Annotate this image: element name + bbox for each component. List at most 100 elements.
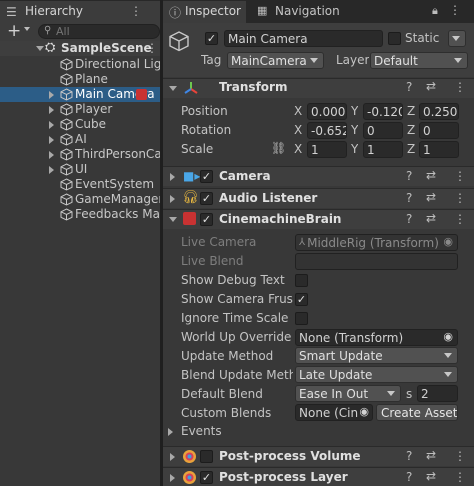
scale-z-field[interactable]: 1 [419, 141, 459, 158]
tag-dropdown[interactable]: MainCamera [227, 52, 324, 69]
tab-navigation[interactable]: ▦ Navigation [252, 1, 352, 23]
static-checkbox[interactable] [388, 32, 401, 45]
foldout-arrow-icon[interactable] [170, 474, 175, 482]
scene-row[interactable]: ⛭ SampleScene ⋮ [0, 40, 160, 56]
preset-icon[interactable]: ⇄ [426, 168, 436, 182]
rotation-y-field[interactable]: 0 [363, 122, 403, 139]
events-foldout-arrow-icon[interactable] [168, 428, 173, 436]
rotation-x-label[interactable]: X [294, 123, 302, 137]
foldout-arrow-icon[interactable] [49, 106, 54, 114]
foldout-arrow-icon[interactable] [49, 91, 54, 99]
scale-y-label[interactable]: Y [351, 142, 358, 156]
rotation-z-label[interactable]: Z [407, 123, 415, 137]
audio-listener-header[interactable]: 🎧︎ ✓ Audio Listener ? ⇄ ⋮ [163, 188, 474, 208]
rotation-x-field[interactable]: -0.652 [307, 122, 347, 139]
hierarchy-item[interactable]: EventSystem [0, 177, 160, 192]
cinemachine-brain-header[interactable]: ✓ CinemachineBrain ? ⇄ ⋮ [163, 209, 474, 229]
scale-y-field[interactable]: 1 [363, 141, 403, 158]
default-blend-dropdown[interactable]: Ease In Out [295, 385, 401, 402]
foldout-arrow-icon[interactable] [169, 86, 177, 91]
scale-x-label[interactable]: X [294, 142, 302, 156]
hierarchy-item[interactable]: ThirdPersonCar [0, 147, 160, 162]
lock-icon[interactable]: 🔒︎ [432, 4, 438, 18]
hierarchy-item[interactable]: Cube [0, 117, 160, 132]
events-label[interactable]: Events [181, 424, 222, 438]
scale-z-label[interactable]: Z [407, 142, 415, 156]
ignore-time-scale-checkbox[interactable] [295, 312, 308, 325]
position-y-label[interactable]: Y [351, 104, 358, 118]
foldout-arrow-icon[interactable] [49, 166, 54, 174]
cinemachine-brain-enabled-checkbox[interactable]: ✓ [200, 213, 213, 226]
object-name-field[interactable]: Main Camera [224, 30, 383, 47]
show-debug-text-checkbox[interactable] [295, 274, 308, 287]
component-more-icon[interactable]: ⋮ [454, 449, 466, 463]
preset-icon[interactable]: ⇄ [426, 211, 436, 225]
hierarchy-item[interactable]: Player [0, 102, 160, 117]
tab-hierarchy[interactable]: ☰ Hierarchy ⋮ [0, 1, 160, 23]
static-dropdown[interactable] [448, 30, 466, 47]
world-up-override-field[interactable]: None (Transform) ◉ [295, 329, 458, 346]
hierarchy-item[interactable]: UI [0, 162, 160, 177]
add-button[interactable]: + [7, 21, 21, 41]
hierarchy-item[interactable]: Feedbacks Mar [0, 207, 160, 222]
help-icon[interactable]: ? [406, 191, 412, 205]
active-checkbox[interactable]: ✓ [205, 32, 218, 45]
preset-icon[interactable]: ⇄ [426, 190, 436, 204]
foldout-arrow-icon[interactable] [49, 121, 54, 129]
help-icon[interactable]: ? [406, 470, 412, 484]
component-more-icon[interactable]: ⋮ [454, 80, 466, 94]
update-method-dropdown[interactable]: Smart Update [295, 347, 458, 364]
audio-listener-enabled-checkbox[interactable]: ✓ [200, 192, 213, 205]
preset-icon[interactable]: ⇄ [426, 469, 436, 483]
foldout-arrow-icon[interactable] [170, 173, 175, 181]
hierarchy-item[interactable]: GameManager [0, 192, 160, 207]
position-x-field[interactable]: 0.000 [307, 103, 347, 120]
hierarchy-item[interactable]: Main Camera [0, 87, 160, 102]
default-blend-seconds-field[interactable]: 2 [417, 385, 458, 402]
position-x-label[interactable]: X [294, 104, 302, 118]
chevron-down-icon[interactable] [24, 27, 30, 31]
hierarchy-item[interactable]: Directional Ligh [0, 57, 160, 72]
component-more-icon[interactable]: ⋮ [454, 169, 466, 183]
foldout-arrow-icon[interactable] [49, 151, 54, 159]
custom-blends-field[interactable]: None (Cin ◉ [295, 404, 373, 421]
help-icon[interactable]: ? [406, 169, 412, 183]
transform-header[interactable]: Transform ? ⇄ ⋮ [163, 78, 474, 98]
object-picker-icon[interactable]: ◉ [443, 330, 453, 343]
foldout-arrow-icon[interactable] [170, 453, 175, 461]
preset-icon[interactable]: ⇄ [426, 79, 436, 93]
hierarchy-item[interactable]: Plane [0, 72, 160, 87]
component-more-icon[interactable]: ⋮ [454, 212, 466, 226]
help-icon[interactable]: ? [406, 80, 412, 94]
scene-more-icon[interactable]: ⋮ [146, 41, 158, 55]
position-z-label[interactable]: Z [407, 104, 415, 118]
component-more-icon[interactable]: ⋮ [454, 470, 466, 484]
post-process-volume-enabled-checkbox[interactable] [200, 450, 213, 463]
layer-dropdown[interactable]: Default [370, 52, 468, 69]
link-scale-icon[interactable]: ⛓ [271, 141, 286, 155]
foldout-arrow-icon[interactable] [36, 46, 44, 51]
search-box[interactable]: ⚲ [38, 24, 160, 39]
post-process-layer-enabled-checkbox[interactable]: ✓ [200, 471, 213, 484]
more-icon[interactable]: ⋮ [130, 4, 142, 18]
help-icon[interactable]: ? [406, 449, 412, 463]
foldout-arrow-icon[interactable] [169, 217, 177, 222]
camera-enabled-checkbox[interactable]: ✓ [200, 170, 213, 183]
position-y-field[interactable]: -0.120 [363, 103, 403, 120]
inspector-more-icon[interactable]: ⋮ [449, 3, 461, 17]
blend-update-method-dropdown[interactable]: Late Update [295, 366, 458, 383]
post-process-layer-header[interactable]: ✓ Post-process Layer ? ⇄ ⋮ [163, 467, 474, 486]
post-process-volume-header[interactable]: Post-process Volume ? ⇄ ⋮ [163, 446, 474, 466]
foldout-arrow-icon[interactable] [170, 195, 175, 203]
help-icon[interactable]: ? [406, 212, 412, 226]
search-input[interactable] [56, 25, 156, 38]
preset-icon[interactable]: ⇄ [426, 448, 436, 462]
scale-x-field[interactable]: 1 [307, 141, 347, 158]
component-more-icon[interactable]: ⋮ [454, 191, 466, 205]
rotation-z-field[interactable]: 0 [419, 122, 459, 139]
show-camera-frustum-checkbox[interactable]: ✓ [295, 293, 308, 306]
rotation-y-label[interactable]: Y [351, 123, 358, 137]
tab-inspector[interactable]: ⓘ Inspector [163, 1, 246, 23]
camera-header[interactable]: ■▸ ✓ Camera ? ⇄ ⋮ [163, 166, 474, 186]
object-picker-icon[interactable]: ◉ [359, 405, 369, 418]
